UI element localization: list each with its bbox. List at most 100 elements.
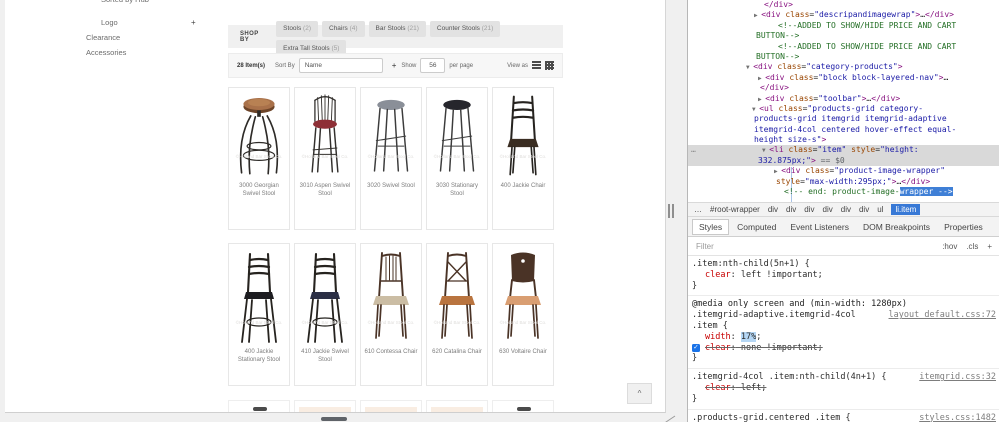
- sidebar-item-clearance[interactable]: Clearance: [86, 33, 120, 42]
- tab-styles[interactable]: Styles: [692, 219, 729, 235]
- more-actions-icon[interactable]: …: [691, 145, 697, 155]
- breadcrumb-div[interactable]: div: [859, 205, 869, 214]
- dom-node-line[interactable]: <!--ADDED TO SHOW/HIDE PRICE AND CART: [688, 42, 999, 52]
- breadcrumb-div[interactable]: div: [786, 205, 796, 214]
- breadcrumb-div[interactable]: div: [768, 205, 778, 214]
- css-rule[interactable]: .item:nth-child(5n+1) {clear: left !impo…: [688, 256, 999, 296]
- grid-view-icon[interactable]: [545, 61, 554, 70]
- css-rule[interactable]: @media only screen and (min-width: 1280p…: [688, 296, 999, 369]
- product-row-clipped: [228, 400, 554, 413]
- filter-button-stools[interactable]: Stools (2): [276, 21, 318, 37]
- dom-node-line[interactable]: ▶ <div class="toolbar">…</div>: [688, 94, 999, 104]
- css-selector: .item {: [692, 321, 996, 332]
- product-card[interactable]: ©Holland Bar Stool Co.610 Contessa Chair: [360, 243, 422, 386]
- product-image: [431, 93, 483, 181]
- product-card[interactable]: ©Holland Bar Stool Co.400 Jackie Station…: [228, 243, 290, 386]
- product-card-clipped: [492, 400, 554, 413]
- dom-node-line[interactable]: </div>: [688, 83, 999, 93]
- product-card[interactable]: ©Holland Bar Stool Co.410 Jackie Swivel …: [294, 243, 356, 386]
- dom-node-line[interactable]: BUTTON-->: [688, 31, 999, 41]
- product-card[interactable]: ©Holland Bar Stool Co.3020 Swivel Stool: [360, 87, 422, 230]
- dom-node-line[interactable]: products-grid itemgrid itemgrid-adaptive: [688, 114, 999, 124]
- css-rule[interactable]: .products-grid.centered .item {styles.cs…: [688, 410, 999, 422]
- dom-node-line[interactable]: </div>: [688, 0, 999, 10]
- filter-button-counter-stools[interactable]: Counter Stools (21): [430, 21, 500, 37]
- product-card[interactable]: ©Holland Bar Stool Co.620 Catalina Chair: [426, 243, 488, 386]
- dom-node-line[interactable]: height size-s">: [688, 135, 999, 145]
- breadcrumb-ul[interactable]: ul: [877, 205, 883, 214]
- css-declaration[interactable]: clear: left !important;: [692, 270, 996, 281]
- dom-node-line[interactable]: style="max-width:295px;">…</div>: [688, 177, 999, 187]
- dom-node-selected[interactable]: …▼ <li class="item" style="height:: [688, 145, 999, 155]
- sort-by-select[interactable]: Name: [299, 58, 383, 73]
- product-card[interactable]: ©Holland Bar Stool Co.3000 Georgian Swiv…: [228, 87, 290, 230]
- toggle-[interactable]: +: [987, 242, 992, 251]
- dom-node-line[interactable]: itemgrid-4col centered hover-effect equa…: [688, 125, 999, 135]
- item-count: 28 Item(s): [237, 63, 265, 69]
- css-selector: .item:nth-child(5n+1) {: [692, 259, 810, 270]
- dom-node-line[interactable]: BUTTON-->: [688, 52, 999, 62]
- sidebar-item-accessories[interactable]: Accessories: [86, 48, 126, 57]
- styles-filter-input[interactable]: Filter: [696, 242, 714, 251]
- pseudo-toggles: :hov .cls +: [942, 242, 992, 251]
- sidebar-item-logo[interactable]: Logo: [101, 18, 118, 27]
- horizontal-scrollbar-thumb[interactable]: [321, 417, 347, 421]
- list-view-icon[interactable]: [532, 61, 541, 70]
- product-image: [299, 93, 351, 181]
- stylesheet-link[interactable]: styles.css:1482: [919, 413, 996, 422]
- toggle-cls[interactable]: .cls: [966, 242, 978, 251]
- dom-node-line[interactable]: ▶ <div class="descripandimagewrap">…</di…: [688, 10, 999, 20]
- filter-button-bar-stools[interactable]: Bar Stools (21): [369, 21, 426, 37]
- highlighted-value: 17%: [741, 332, 756, 342]
- breadcrumb-overflow[interactable]: …: [694, 205, 702, 214]
- per-page-input[interactable]: 56: [420, 58, 445, 73]
- breadcrumb-div[interactable]: div: [841, 205, 851, 214]
- breadcrumb-root-wrapper[interactable]: #root-wrapper: [710, 205, 760, 214]
- tab-properties[interactable]: Properties: [938, 220, 989, 234]
- filter-button-chairs[interactable]: Chairs (4): [322, 21, 365, 37]
- css-declaration[interactable]: ✓clear: none !important;: [692, 343, 996, 354]
- product-card[interactable]: ©Holland Bar Stool Co.3030 Stationary St…: [426, 87, 488, 230]
- back-to-top-button[interactable]: ^: [627, 383, 652, 404]
- breadcrumb-div[interactable]: div: [823, 205, 833, 214]
- product-name: 630 Voltaire Chair: [493, 347, 553, 357]
- dom-node-line[interactable]: ▼ <div class="category-products">: [688, 62, 999, 72]
- dom-node-selected[interactable]: 332.875px;"> == $0: [688, 156, 999, 166]
- product-image: [299, 249, 351, 347]
- breadcrumb-liitem[interactable]: li.item: [891, 204, 920, 215]
- dom-node-line[interactable]: ▶ <div class="block block-layered-nav">…: [688, 73, 999, 83]
- product-card[interactable]: ©Holland Bar Stool Co.3010 Aspen Swivel …: [294, 87, 356, 230]
- product-name: 400 Jackie Chair: [493, 181, 553, 191]
- elements-tree[interactable]: </div>▶ <div class="descripandimagewrap"…: [688, 0, 999, 202]
- product-card-clipped: [426, 400, 488, 413]
- resize-grip-icon[interactable]: [661, 412, 677, 422]
- sidebar-item-clipped[interactable]: Sorted by Hub: [101, 0, 149, 4]
- styles-rules[interactable]: .item:nth-child(5n+1) {clear: left !impo…: [688, 256, 999, 422]
- declaration-checkbox-checked[interactable]: ✓: [692, 344, 700, 352]
- show-label: Show: [401, 63, 416, 69]
- css-rule[interactable]: .itemgrid-4col .item:nth-child(4n+1) {it…: [688, 369, 999, 409]
- tab-event-listeners[interactable]: Event Listeners: [784, 220, 855, 234]
- tab-computed[interactable]: Computed: [731, 220, 782, 234]
- dom-node-line[interactable]: ▼ <ul class="products-grid category-: [688, 104, 999, 114]
- media-query: @media only screen and (min-width: 1280p…: [692, 299, 996, 310]
- css-declaration[interactable]: clear: left;: [692, 383, 996, 394]
- product-image: [233, 93, 285, 181]
- dom-node-line[interactable]: <!--ADDED TO SHOW/HIDE PRICE AND CART: [688, 21, 999, 31]
- stylesheet-link[interactable]: layout_default.css:72: [889, 310, 996, 321]
- breadcrumb-div[interactable]: div: [804, 205, 814, 214]
- toggle-hov[interactable]: :hov: [942, 242, 957, 251]
- css-declaration[interactable]: width: 17%;: [692, 332, 996, 343]
- product-name: 3030 Stationary Stool: [427, 181, 487, 198]
- tab-dom-breakpoints[interactable]: DOM Breakpoints: [857, 220, 936, 234]
- dom-node-line[interactable]: ▶ <div class="product-image-wrapper": [688, 166, 999, 176]
- splitter-handle[interactable]: [668, 204, 676, 218]
- dom-node-line[interactable]: <!-- end: product-image-wrapper -->: [688, 187, 999, 197]
- product-card[interactable]: ©Holland Bar Stool Co.630 Voltaire Chair: [492, 243, 554, 386]
- product-card[interactable]: ©Holland Bar Stool Co.400 Jackie Chair: [492, 87, 554, 230]
- stylesheet-link[interactable]: itemgrid.css:32: [919, 372, 996, 383]
- expand-icon[interactable]: +: [191, 18, 196, 27]
- styles-filter-bar: Filter :hov .cls +: [688, 237, 999, 256]
- sort-direction-icon[interactable]: +: [392, 61, 397, 70]
- catalog-toolbar: 28 Item(s) Sort By Name + Show 56 per pa…: [228, 53, 563, 78]
